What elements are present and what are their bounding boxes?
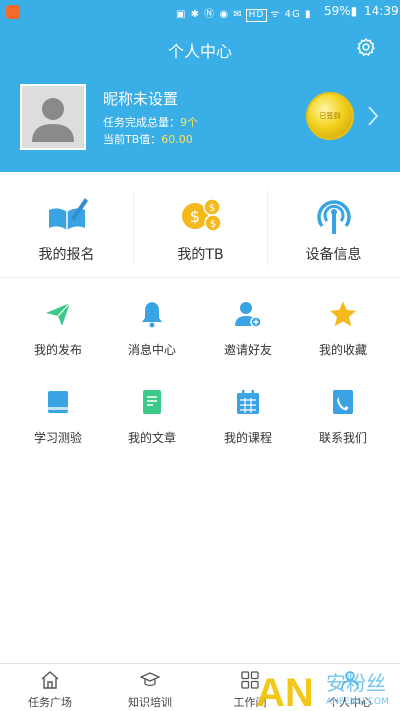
tab-label: 知识培训: [128, 696, 172, 709]
status-indicator-icons: ▣ ✱ Ⓝ ◉ ✉: [176, 9, 243, 20]
grid-label: 我的收藏: [318, 343, 367, 357]
card-label: 我的TB: [177, 247, 224, 263]
sign-in-medal[interactable]: 已签到: [306, 92, 354, 140]
graduation-cap-icon: [140, 672, 160, 687]
status-time: 14:39: [364, 4, 399, 18]
document-icon: [143, 390, 161, 414]
battery-indicator: 59%▮: [324, 4, 358, 18]
svg-text:$: $: [190, 207, 200, 226]
grid-label: 联系我们: [318, 431, 367, 445]
page-title: 个人中心: [167, 42, 232, 61]
home-icon: [41, 671, 59, 689]
grid-label: 我的文章: [127, 431, 176, 445]
card-my-tb[interactable]: $ $ $ 我的TB: [134, 172, 267, 278]
card-device-info[interactable]: 设备信息: [267, 172, 400, 278]
card-label: 设备信息: [305, 247, 362, 263]
gear-icon[interactable]: [356, 37, 376, 57]
nickname: 昵称未设置: [103, 90, 179, 108]
notebook-icon: [48, 391, 68, 413]
chevron-right-icon[interactable]: [366, 104, 380, 128]
grid-label: 学习测验: [33, 431, 82, 445]
tb-value-label: 当前TB值：: [103, 133, 162, 146]
paper-plane-icon: [46, 302, 71, 326]
grid-my-posts[interactable]: 我的发布: [8, 300, 108, 370]
card-label: 我的报名: [38, 247, 95, 263]
grid-label: 邀请好友: [223, 343, 272, 357]
bell-icon: [142, 302, 162, 328]
grid-label: 消息中心: [127, 343, 176, 357]
task-count-label: 任务完成总量：: [103, 116, 180, 129]
device-signal-icon: [317, 200, 351, 234]
default-avatar-icon: [22, 86, 84, 148]
calendar-icon: [237, 390, 259, 414]
svg-text:$: $: [210, 219, 216, 230]
medal-text: 已签到: [319, 112, 341, 120]
watermark-an: AN: [256, 671, 314, 711]
grid-study-quiz[interactable]: 学习测验: [8, 388, 108, 458]
star-icon: [330, 301, 356, 327]
watermark-logo: AN 安粉丝 ANFENSI.COM: [256, 671, 389, 711]
phone-book-icon: [333, 390, 353, 414]
feature-cards: 我的报名 $ $ $ 我的TB 设备信息: [0, 172, 400, 278]
coins-icon: $ $ $: [182, 198, 222, 232]
status-bar: ▣ ✱ Ⓝ ◉ ✉ HD ᯤ 4G ▮ 59%▮ 14:39: [0, 0, 400, 24]
card-my-registration[interactable]: 我的报名: [0, 172, 133, 278]
book-pen-icon: [49, 198, 88, 230]
add-user-icon: [235, 302, 262, 328]
grid-label: 我的发布: [33, 343, 82, 357]
status-indicators: ▣ ✱ Ⓝ ◉ ✉ HD ᯤ 4G ▮: [176, 5, 311, 22]
app-notification-icon: [6, 5, 20, 19]
avatar[interactable]: [20, 84, 86, 150]
profile-header: 个人中心 昵称未设置 任务完成总量：9个 当前TB值：60.00 已签到: [0, 24, 400, 172]
tab-task-square[interactable]: 任务广场: [0, 664, 100, 711]
grid-contact-us[interactable]: 联系我们: [293, 388, 393, 458]
signal-icon: ᯤ 4G ▮: [270, 9, 312, 20]
grid-message-center[interactable]: 消息中心: [102, 300, 202, 370]
grid-my-articles[interactable]: 我的文章: [102, 388, 202, 458]
grid-label: 我的课程: [223, 431, 272, 445]
svg-text:$: $: [209, 203, 215, 214]
tab-label: 任务广场: [28, 696, 72, 709]
grid-my-courses[interactable]: 我的课程: [198, 388, 298, 458]
watermark-brand: 安粉丝: [326, 671, 386, 695]
tb-value-line: 当前TB值：60.00: [103, 131, 193, 147]
tab-knowledge-training[interactable]: 知识培训: [100, 664, 200, 711]
task-count-line: 任务完成总量：9个: [103, 114, 198, 130]
hd-badge: HD: [245, 9, 268, 22]
grid-invite-friends[interactable]: 邀请好友: [198, 300, 298, 370]
watermark-domain: ANFENSI.COM: [326, 697, 389, 707]
task-count-value: 9个: [180, 116, 198, 129]
tb-value: 60.00: [161, 133, 193, 146]
grid-my-favorites[interactable]: 我的收藏: [293, 300, 393, 370]
